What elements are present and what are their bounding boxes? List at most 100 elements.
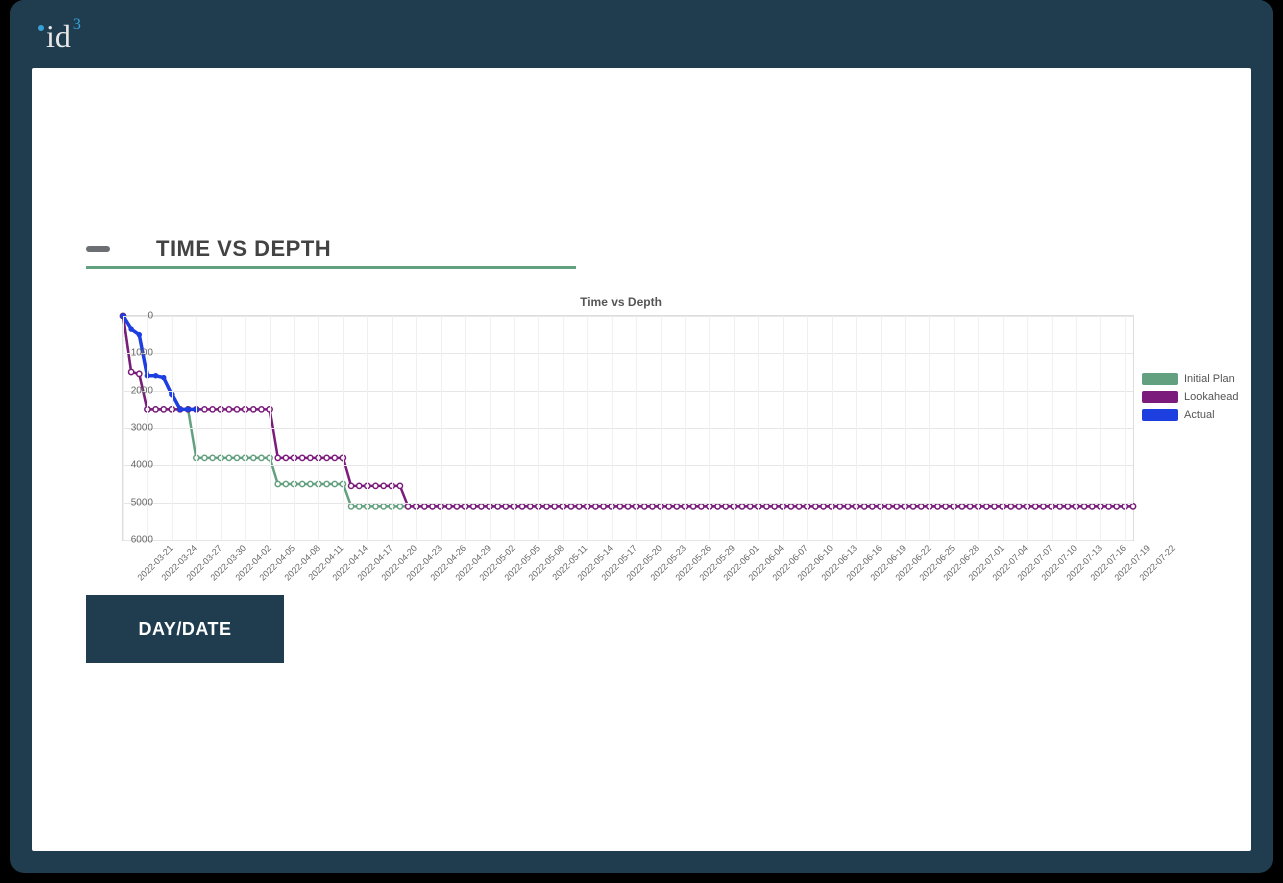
series-point	[910, 504, 915, 509]
series-point	[226, 455, 231, 460]
series-point	[234, 407, 239, 412]
series-point	[357, 483, 362, 488]
series-point	[699, 504, 704, 509]
legend-label-lookahead: Lookahead	[1184, 391, 1238, 403]
series-point	[1130, 504, 1135, 509]
series-point	[813, 504, 818, 509]
series-point	[642, 504, 647, 509]
section-rule	[86, 266, 576, 269]
series-point	[162, 376, 166, 380]
series-point	[601, 504, 606, 509]
series-point	[178, 407, 182, 411]
series-point	[593, 504, 598, 509]
series-point	[764, 504, 769, 509]
series-point	[544, 504, 549, 509]
series-point	[275, 481, 280, 486]
series-point	[308, 455, 313, 460]
series-point	[837, 504, 842, 509]
series-point	[1090, 504, 1095, 509]
legend-swatch-actual	[1142, 409, 1178, 421]
series-point	[1033, 504, 1038, 509]
day-date-label: DAY/DATE	[138, 619, 231, 640]
chart-container: Time vs Depth 0100020003000400050006000 …	[86, 295, 1156, 541]
series-point	[161, 407, 166, 412]
series-point	[967, 504, 972, 509]
series-point	[324, 455, 329, 460]
chart-legend: Initial Plan Lookahead Actual	[1142, 373, 1238, 427]
day-date-button[interactable]: DAY/DATE	[86, 595, 284, 663]
series-point	[479, 504, 484, 509]
y-tick: 3000	[123, 423, 153, 434]
series-point	[405, 504, 410, 509]
series-point	[748, 504, 753, 509]
section-title: TIME VS DEPTH	[156, 236, 331, 262]
series-point	[454, 504, 459, 509]
legend-label-actual: Actual	[1184, 409, 1215, 421]
series-point	[528, 504, 533, 509]
series-point	[723, 504, 728, 509]
series-point	[381, 483, 386, 488]
series-point	[520, 504, 525, 509]
series-point	[674, 504, 679, 509]
series-point	[862, 504, 867, 509]
series-point	[984, 504, 989, 509]
legend-lookahead[interactable]: Lookahead	[1142, 391, 1238, 403]
series-line	[123, 316, 1133, 506]
series-point	[129, 327, 133, 331]
series-point	[275, 455, 280, 460]
series-point	[1008, 504, 1013, 509]
series-point	[617, 504, 622, 509]
series-point	[959, 504, 964, 509]
chart-plot-area[interactable]: 0100020003000400050006000	[122, 315, 1134, 541]
series-point	[894, 504, 899, 509]
series-point	[234, 455, 239, 460]
series-point	[202, 455, 207, 460]
series-point	[373, 483, 378, 488]
y-tick: 6000	[123, 535, 153, 546]
series-point	[691, 504, 696, 509]
series-point	[715, 504, 720, 509]
series-point	[577, 504, 582, 509]
series-point	[919, 504, 924, 509]
series-point	[153, 407, 158, 412]
series-point	[1057, 504, 1062, 509]
series-point	[137, 371, 142, 376]
series-point	[381, 504, 386, 509]
series-point	[129, 369, 134, 374]
series-point	[397, 504, 402, 509]
series-point	[568, 504, 573, 509]
legend-swatch-initial	[1142, 373, 1178, 385]
series-point	[1106, 504, 1111, 509]
series-point	[202, 407, 207, 412]
series-point	[283, 455, 288, 460]
series-point	[446, 504, 451, 509]
series-point	[788, 504, 793, 509]
series-point	[886, 504, 891, 509]
series-point	[1065, 504, 1070, 509]
series-point	[1041, 504, 1046, 509]
series-point	[154, 374, 158, 378]
series-point	[332, 455, 337, 460]
series-point	[943, 504, 948, 509]
series-point	[503, 504, 508, 509]
series-point	[625, 504, 630, 509]
series-point	[495, 504, 500, 509]
logo-dot-icon	[38, 25, 44, 31]
brand-super: 3	[73, 16, 81, 33]
y-tick: 0	[123, 311, 153, 322]
series-point	[332, 481, 337, 486]
legend-actual[interactable]: Actual	[1142, 409, 1238, 421]
series-point	[397, 483, 402, 488]
y-tick: 5000	[123, 497, 153, 508]
series-point	[430, 504, 435, 509]
series-point	[796, 504, 801, 509]
dash-icon	[86, 246, 110, 252]
series-point	[422, 504, 427, 509]
series-point	[300, 481, 305, 486]
series-point	[251, 407, 256, 412]
series-line	[123, 316, 1133, 506]
series-point	[1114, 504, 1119, 509]
series-point	[283, 481, 288, 486]
legend-initial-plan[interactable]: Initial Plan	[1142, 373, 1238, 385]
brand-name: id	[46, 18, 71, 54]
